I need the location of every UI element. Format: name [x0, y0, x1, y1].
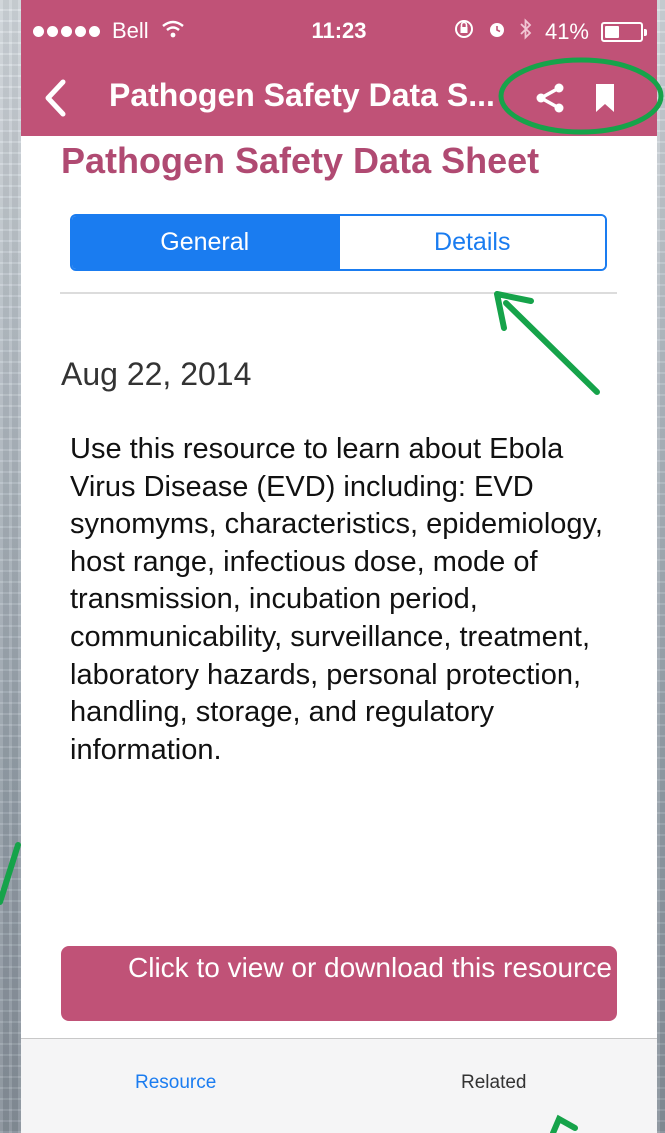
share-button[interactable]: [528, 76, 572, 120]
back-button[interactable]: [35, 76, 75, 120]
tab-resource[interactable]: Resource: [135, 1072, 216, 1094]
bluetooth-icon: [519, 18, 533, 46]
resource-description: Use this resource to learn about Ebola V…: [70, 433, 603, 766]
status-right: 41%: [453, 18, 647, 46]
resource-date: Aug 22, 2014: [61, 356, 252, 392]
alarm-icon: [487, 19, 507, 45]
battery-icon: [601, 22, 647, 42]
tab-related[interactable]: Related: [461, 1072, 527, 1094]
tab-bar: Resource Related: [21, 1038, 657, 1133]
segmented-control: General Details: [70, 214, 607, 271]
status-bar: Bell 11:23 41%: [21, 0, 657, 62]
share-icon: [536, 83, 564, 113]
divider: [60, 292, 617, 294]
battery-percentage: 41%: [544, 19, 589, 44]
rotation-lock-icon: [453, 18, 475, 46]
tab-details[interactable]: Details: [337, 216, 605, 269]
navigation-bar: Pathogen Safety Data S...: [21, 62, 657, 136]
bookmark-button[interactable]: [587, 76, 623, 120]
chevron-left-icon: [45, 79, 66, 117]
bookmark-icon: [596, 84, 614, 112]
app-screen: Bell 11:23 41% Pathogen Safety Data S...…: [21, 0, 657, 1133]
nav-title: Pathogen Safety Data S...: [109, 77, 495, 113]
battery-level: [605, 26, 619, 38]
page-title: Pathogen Safety Data Sheet: [61, 140, 540, 181]
view-download-button[interactable]: Click to view or download this resource: [61, 946, 617, 1021]
tab-general[interactable]: General: [72, 216, 338, 269]
